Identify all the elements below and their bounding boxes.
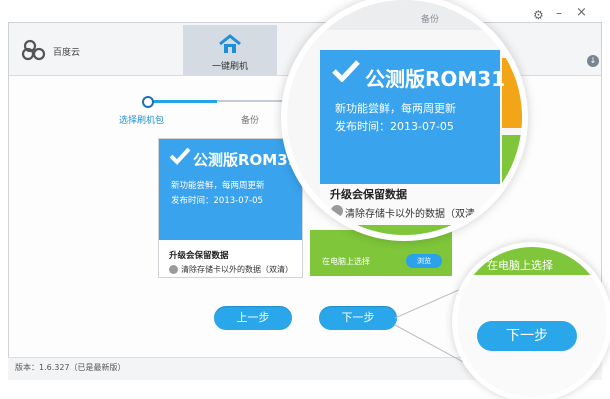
magnifier-title: 公测版ROM31 — [365, 67, 506, 91]
magnifier-radio-icon — [331, 205, 343, 217]
browse-button[interactable]: 浏览 — [406, 254, 442, 268]
step-backup: 备份 — [241, 116, 260, 126]
gear-icon[interactable]: ⚙ — [533, 8, 544, 22]
rom-desc: 新功能尝鲜，每两周更新 — [171, 181, 265, 191]
close-button[interactable]: × — [576, 5, 587, 20]
step-select-package: 选择刷机包 — [119, 116, 165, 126]
rom-option-card[interactable]: 公测版ROM31 新功能尝鲜，每两周更新 发布时间：2013-07-05 升级会… — [158, 138, 303, 278]
magnifier-top-band — [287, 0, 522, 30]
app-name: 百度云 — [53, 48, 81, 58]
minimize-button[interactable]: – — [556, 6, 562, 20]
magnifier-rom-card: 备份 公测版ROM31 新功能尝鲜，每两周更新 发布时间：2013-07-05 … — [287, 0, 522, 235]
next-button[interactable]: 下一步 — [319, 306, 397, 330]
magnifier-desc: 新功能尝鲜，每两周更新 — [335, 102, 456, 115]
radio-icon[interactable] — [169, 265, 178, 274]
progress-fill — [147, 100, 217, 103]
clear-data-label: 清除存储卡以外的数据（双清） — [181, 265, 293, 274]
download-icon[interactable]: ↓ — [587, 55, 599, 67]
step-indicator-dot — [142, 96, 154, 108]
tab-one-click-flash[interactable]: 一键刷机 — [183, 25, 277, 75]
magnifier-checkmark-icon — [332, 60, 360, 82]
magnifier-next-button: 在电脑上选择 下一步 — [457, 247, 607, 397]
rom-title: 公测版ROM31 — [193, 151, 299, 169]
pc-select-card[interactable]: 在电脑上选择 浏览 — [310, 230, 452, 276]
prev-button[interactable]: 上一步 — [214, 306, 292, 330]
magnifier-date: 发布时间：2013-07-05 — [335, 120, 454, 133]
rom-date: 发布时间：2013-07-05 — [171, 196, 263, 206]
tab-label: 一键刷机 — [211, 62, 248, 72]
magnifier-green-strip — [287, 225, 522, 235]
magnifier2-next: 下一步 — [477, 321, 577, 351]
baidu-cloud-logo-icon — [21, 39, 46, 61]
magnifier-step-backup: 备份 — [421, 15, 440, 25]
keep-data-label: 升级会保留数据 — [169, 251, 229, 261]
home-icon — [219, 34, 241, 53]
magnifier-green-card — [502, 135, 522, 195]
pc-select-label: 在电脑上选择 — [322, 257, 370, 266]
magnifier-clear-note: 清除存储卡以外的数据（双清 — [345, 209, 475, 220]
checkmark-icon — [169, 147, 191, 165]
magnifier-keep-data: 升级会保留数据 — [330, 188, 407, 201]
magnifier2-pc-label: 在电脑上选择 — [487, 259, 553, 272]
